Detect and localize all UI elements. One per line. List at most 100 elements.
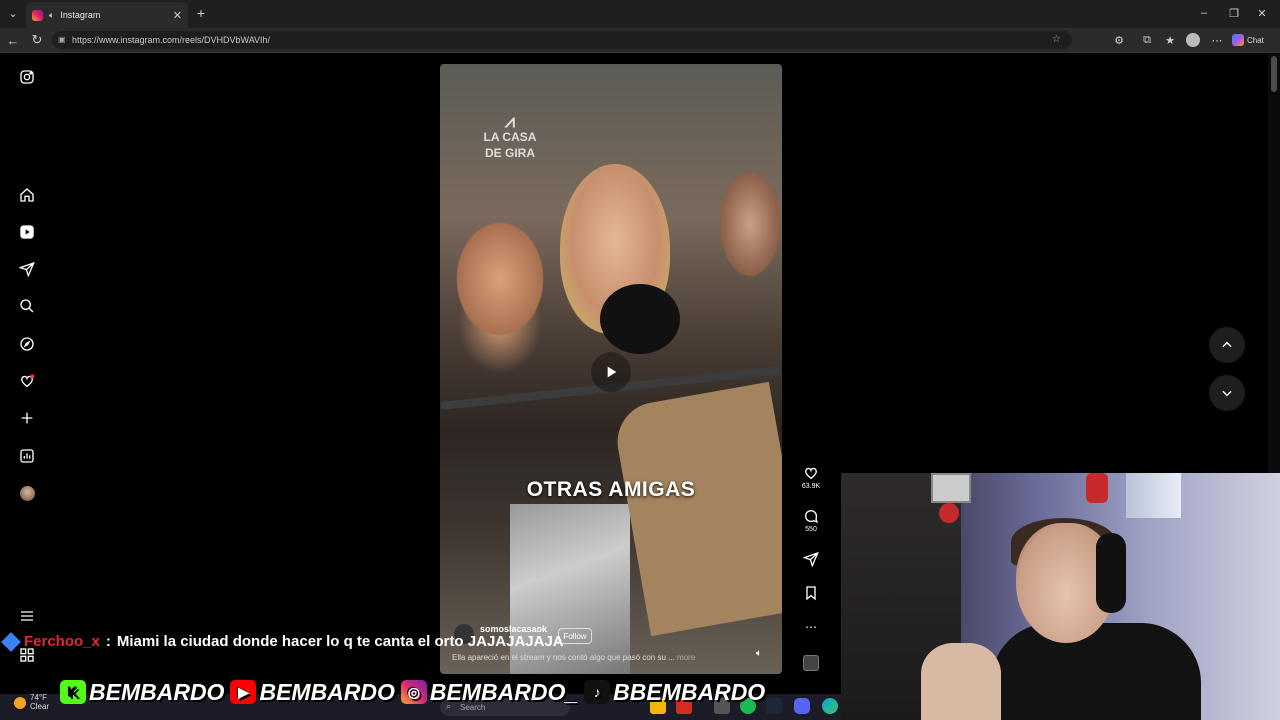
webcam-red-light bbox=[939, 503, 959, 523]
tab-instagram[interactable]: 🔈︎ Instagram ✕ bbox=[26, 2, 188, 28]
menu-hamburger-icon[interactable] bbox=[16, 605, 38, 627]
comment-action[interactable]: 550 bbox=[798, 508, 824, 533]
reels-icon[interactable] bbox=[16, 221, 38, 243]
speaker-icon[interactable]: 🔈︎ bbox=[49, 10, 54, 21]
home-icon[interactable] bbox=[16, 184, 38, 206]
play-icon bbox=[607, 366, 617, 378]
browser-tab-bar: ⌄ 🔈︎ Instagram ✕ + – ❐ ✕ bbox=[0, 0, 1280, 28]
microphone-image bbox=[600, 284, 680, 354]
url-text: https://www.instagram.com/reels/DVHDVbWA… bbox=[72, 35, 271, 45]
webcam-can bbox=[1126, 473, 1181, 518]
social-youtube: ▶ BEMBARDO bbox=[230, 678, 395, 706]
like-action[interactable]: 63.9K bbox=[798, 465, 824, 490]
youtube-handle: BEMBARDO bbox=[259, 678, 395, 705]
social-handles-banner: K BEMBARDO ▶ BEMBARDO ◎ BEMBARDO_ ♪ BBEM… bbox=[60, 677, 765, 707]
back-icon[interactable]: ← bbox=[6, 33, 20, 48]
more-link[interactable]: more bbox=[677, 653, 695, 662]
share-icon bbox=[803, 551, 819, 567]
streamer-headset bbox=[1096, 533, 1126, 613]
explore-icon[interactable] bbox=[16, 333, 38, 355]
messages-icon[interactable] bbox=[16, 258, 38, 280]
play-button[interactable] bbox=[591, 352, 631, 392]
video-person bbox=[450, 214, 550, 344]
interviewer-arm-image bbox=[611, 381, 782, 637]
favorite-star-icon[interactable]: ☆ bbox=[1052, 34, 1061, 45]
tab-actions-icon[interactable]: ⌄ bbox=[6, 6, 20, 20]
likes-count: 63.9K bbox=[801, 483, 821, 490]
chevron-down-icon bbox=[1222, 390, 1232, 397]
close-window-icon[interactable]: ✕ bbox=[1256, 6, 1268, 20]
discord-icon[interactable] bbox=[794, 698, 810, 714]
kick-icon: K bbox=[60, 680, 86, 704]
share-action[interactable] bbox=[798, 551, 824, 569]
instagram-icon: ◎ bbox=[400, 680, 427, 704]
brand-line-1: LA CASA bbox=[483, 130, 537, 144]
new-tab-icon[interactable]: + bbox=[194, 5, 208, 21]
address-input[interactable]: ▣ https://www.instagram.com/reels/DVHDVb… bbox=[52, 31, 1072, 49]
tab-title: Instagram bbox=[60, 10, 101, 20]
audio-thumbnail[interactable] bbox=[803, 655, 819, 671]
brand-line-2: DE GIRA bbox=[484, 145, 535, 160]
restore-icon[interactable]: ❐ bbox=[1228, 6, 1240, 20]
chevron-up-icon bbox=[1222, 341, 1232, 348]
video-caption-overlay: OTRAS AMIGAS bbox=[526, 478, 696, 501]
comments-count: 550 bbox=[805, 526, 817, 533]
social-tiktok: ♪ BBEMBARDO bbox=[584, 679, 765, 706]
webcam-bottle bbox=[1086, 473, 1108, 503]
bookmark-icon bbox=[806, 586, 816, 601]
comment-icon bbox=[805, 510, 819, 524]
reel-video[interactable]: ⩘ LA CASA DE GIRA OTRAS AMIGAS somoslaca… bbox=[440, 64, 782, 674]
extensions-icon[interactable]: ⚙ bbox=[1112, 33, 1126, 47]
save-action[interactable] bbox=[798, 585, 824, 603]
social-instagram: ◎ BEMBARDO_ bbox=[400, 678, 579, 706]
tiktok-icon: ♪ bbox=[584, 680, 611, 704]
split-screen-icon[interactable]: ⧉ bbox=[1140, 33, 1154, 47]
weather-sun-icon bbox=[14, 696, 26, 709]
steam-icon[interactable] bbox=[766, 698, 782, 714]
reel-description: Ella apareció en el stream y nos contó a… bbox=[452, 653, 695, 662]
site-info-icon[interactable]: ▣ bbox=[58, 35, 66, 44]
favorites-icon[interactable]: ★ bbox=[1163, 33, 1177, 47]
previous-reel-button[interactable] bbox=[1209, 327, 1245, 363]
search-icon[interactable] bbox=[16, 295, 38, 317]
heart-icon bbox=[805, 467, 817, 480]
social-kick: K BEMBARDO bbox=[60, 679, 224, 706]
copilot-icon bbox=[1232, 34, 1244, 46]
edge-browser-icon[interactable] bbox=[822, 698, 838, 714]
instagram-logo-icon[interactable] bbox=[16, 66, 38, 88]
notifications-heart-icon[interactable] bbox=[16, 370, 38, 392]
chat-text: Miami la ciudad donde hacer lo q te cant… bbox=[116, 633, 564, 650]
instagram-handle: BEMBARDO_ bbox=[429, 678, 579, 705]
weather-condition: Clear bbox=[30, 701, 50, 711]
more-options-icon[interactable]: ⋯ bbox=[798, 620, 824, 634]
profile-avatar-icon[interactable] bbox=[1186, 33, 1200, 47]
kick-handle: BEMBARDO bbox=[89, 678, 225, 705]
youtube-icon: ▶ bbox=[230, 680, 257, 704]
mute-speaker-icon[interactable]: 🔈︎ bbox=[756, 648, 762, 659]
video-person bbox=[715, 164, 782, 284]
chat-separator: : bbox=[105, 633, 111, 650]
streamer-hand bbox=[921, 643, 1001, 720]
refresh-icon[interactable]: ↻ bbox=[30, 32, 44, 47]
webcam-frame bbox=[931, 473, 971, 503]
create-icon[interactable] bbox=[16, 407, 38, 429]
scrollbar-thumb[interactable] bbox=[1271, 56, 1277, 92]
profile-avatar[interactable] bbox=[16, 482, 38, 504]
copilot-chat-button[interactable]: Chat bbox=[1232, 31, 1276, 49]
description-text: Ella apareció en el stream y nos contó a… bbox=[452, 653, 675, 662]
more-options-icon[interactable]: ⋯ bbox=[1210, 33, 1224, 47]
tiktok-handle: BBEMBARDO bbox=[613, 678, 766, 705]
close-tab-icon[interactable]: ✕ bbox=[173, 9, 182, 22]
streamer-shirt bbox=[991, 623, 1201, 720]
streamer-webcam bbox=[841, 473, 1280, 720]
weather-widget[interactable]: 74°F Clear bbox=[14, 693, 50, 712]
stream-chat-message: Ferchoo_x : Miami la ciudad donde hacer … bbox=[1, 631, 564, 652]
chat-label: Chat bbox=[1247, 35, 1264, 45]
chat-badge-icon bbox=[1, 631, 21, 652]
instagram-favicon-icon bbox=[32, 9, 43, 21]
minimize-icon[interactable]: – bbox=[1198, 6, 1210, 20]
dashboard-icon[interactable] bbox=[16, 445, 38, 467]
next-reel-button[interactable] bbox=[1209, 375, 1245, 411]
chat-username: Ferchoo_x bbox=[24, 633, 100, 650]
instagram-sidebar bbox=[0, 54, 54, 694]
